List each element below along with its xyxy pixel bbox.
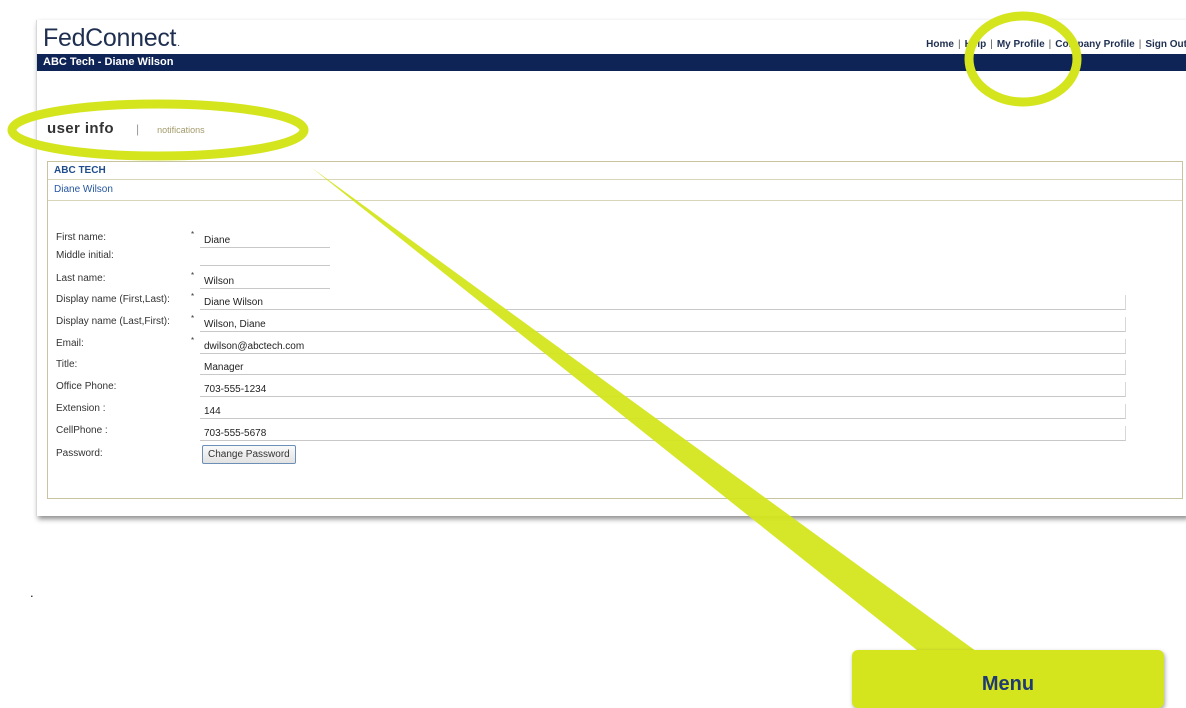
form-row-email: Email: *	[48, 335, 1182, 355]
nav-sign-out-link[interactable]: Sign Out	[1145, 39, 1186, 50]
required-mark: *	[191, 292, 195, 301]
nav-company-profile-link[interactable]: Company Profile	[1055, 39, 1134, 50]
extension-input[interactable]	[200, 404, 1126, 419]
nav-my-profile-link[interactable]: My Profile	[997, 39, 1045, 50]
cell-phone-label: CellPhone :	[56, 425, 108, 436]
form-row-display-last-first: Display name (Last,First): *	[48, 313, 1182, 333]
fedconnect-logo[interactable]: FedConnect.	[43, 24, 180, 53]
nav-home-link[interactable]: Home	[926, 39, 954, 50]
account-bar: ABC Tech - Diane Wilson	[37, 54, 1186, 71]
office-phone-label: Office Phone:	[56, 381, 117, 392]
required-mark: *	[191, 314, 195, 323]
first-name-label: First name:	[56, 232, 107, 243]
menu-callout-label: Menu	[981, 672, 1035, 695]
cell-phone-input[interactable]	[200, 426, 1126, 441]
required-mark: *	[191, 230, 195, 239]
display-name-last-first-input[interactable]	[200, 317, 1126, 332]
logo-text: FedConnect	[43, 24, 177, 52]
display-name-first-last-label: Display name (First,Last):	[56, 294, 170, 305]
middle-initial-label: Middle initial:	[56, 250, 114, 261]
extension-label: Extension :	[56, 403, 106, 414]
menu-callout-box: Menu	[852, 650, 1164, 708]
app-window: FedConnect. Home | Help | My Profile | Company…	[36, 20, 1186, 516]
form-row-middle-initial: Middle initial:	[48, 247, 1182, 267]
last-name-label: Last name:	[56, 273, 106, 284]
stray-mark: .	[30, 585, 34, 600]
top-navigation: Home | Help | My Profile | Company Profile | Sig…	[926, 39, 1186, 50]
form-row-password: Password: Change Password	[48, 445, 1182, 465]
last-name-input[interactable]	[200, 274, 330, 289]
form-row-title: Title:	[48, 356, 1182, 376]
middle-initial-input[interactable]	[200, 251, 330, 266]
logo-mark: .	[177, 38, 180, 49]
tab-user-info[interactable]: user info	[47, 120, 114, 137]
first-name-input[interactable]	[200, 233, 330, 248]
display-name-last-first-label: Display name (Last,First):	[56, 316, 170, 327]
password-label: Password:	[56, 448, 103, 459]
user-info-panel: ABC TECH Diane Wilson First name: * Midd…	[47, 161, 1183, 499]
tab-separator: |	[135, 122, 140, 136]
form-row-display-first-last: Display name (First,Last): *	[48, 291, 1182, 311]
display-name-first-last-input[interactable]	[200, 295, 1126, 310]
office-phone-input[interactable]	[200, 382, 1126, 397]
user-display-name: Diane Wilson	[48, 180, 1182, 201]
form-row-office-phone: Office Phone:	[48, 378, 1182, 398]
form-row-extension: Extension :	[48, 400, 1182, 420]
title-input[interactable]	[200, 360, 1126, 375]
nav-help-link[interactable]: Help	[965, 39, 987, 50]
form-row-cell-phone: CellPhone :	[48, 422, 1182, 442]
form-row-first-name: First name: *	[48, 229, 1182, 249]
form-row-last-name: Last name: *	[48, 270, 1182, 290]
required-mark: *	[191, 336, 195, 345]
email-label: Email:	[56, 338, 84, 349]
profile-tabs: user info | notifications	[47, 120, 205, 137]
email-input[interactable]	[200, 339, 1126, 354]
tab-notifications[interactable]: notifications	[157, 125, 205, 135]
required-mark: *	[191, 271, 195, 280]
title-label: Title:	[56, 359, 78, 370]
change-password-button[interactable]: Change Password	[202, 445, 296, 464]
organization-name: ABC TECH	[48, 162, 1182, 180]
